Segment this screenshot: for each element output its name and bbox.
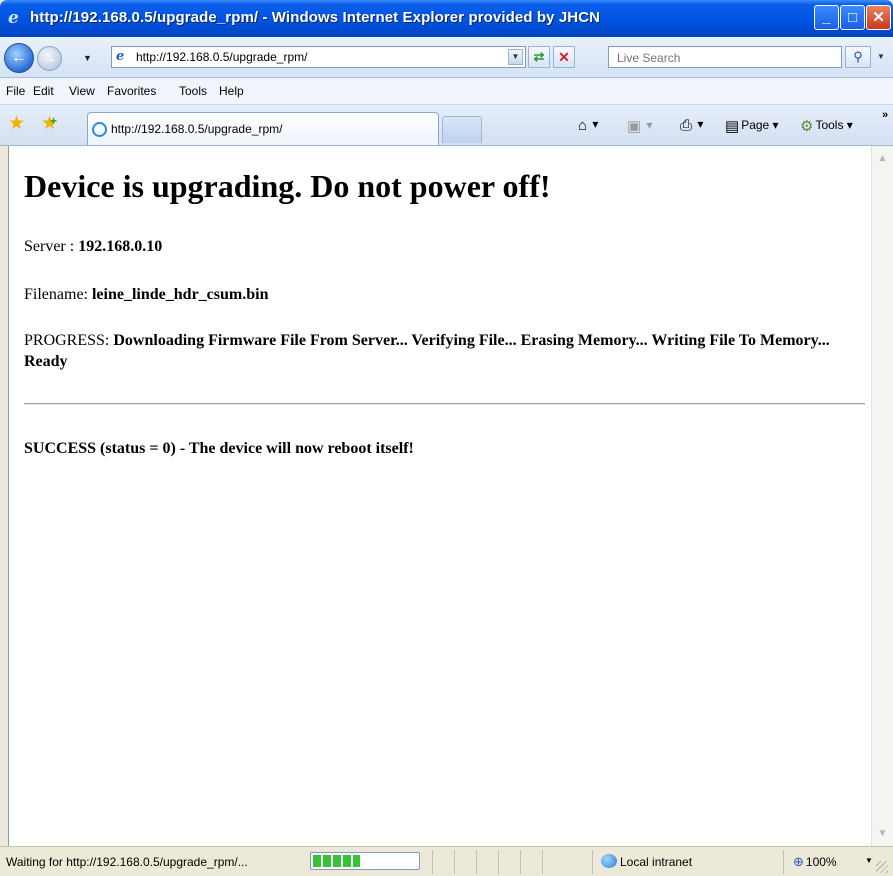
page-title: Device is upgrading. Do not power off!: [24, 168, 551, 204]
intranet-globe-icon: [601, 854, 617, 868]
filename-line: Filename: leine_linde_hdr_csum.bin: [24, 284, 268, 305]
search-options-dropdown-icon[interactable]: ▼: [873, 46, 889, 68]
address-dropdown-icon[interactable]: ▼: [508, 49, 523, 65]
result-message: SUCCESS (status = 0) - The device will n…: [24, 440, 414, 457]
menu-help[interactable]: Help: [219, 84, 244, 98]
refresh-button[interactable]: ⇄: [528, 46, 550, 68]
server-label: Server :: [24, 238, 79, 255]
navigation-bar: ← → ▼ e http://192.168.0.5/upgrade_rpm/ …: [0, 37, 893, 78]
add-favorites-icon[interactable]: ★ +: [41, 114, 58, 134]
progress-label: PROGRESS:: [24, 332, 114, 349]
status-bar: Waiting for http://192.168.0.5/upgrade_r…: [0, 846, 893, 876]
zoom-dropdown-icon[interactable]: ▼: [865, 856, 873, 865]
forward-button[interactable]: →: [37, 46, 62, 71]
server-value: 192.168.0.10: [78, 238, 163, 255]
close-button[interactable]: ✕: [866, 5, 891, 30]
tab-upgrade-rpm[interactable]: http://192.168.0.5/upgrade_rpm/: [87, 112, 439, 145]
zone-label: Local intranet: [620, 855, 693, 869]
resize-grip[interactable]: [876, 861, 888, 873]
favorites-center-icon[interactable]: ★: [8, 114, 25, 134]
security-zone[interactable]: Local intranet: [601, 854, 692, 869]
feeds-button[interactable]: ▣ ▾: [627, 117, 653, 135]
page-menu-button[interactable]: ▤ Page ▾: [725, 117, 779, 135]
divider: [24, 403, 865, 405]
new-tab-button[interactable]: [442, 116, 482, 143]
home-button[interactable]: ⌂ ▾: [578, 117, 598, 134]
stop-icon: ✕: [558, 49, 570, 65]
print-button[interactable]: ⎙ ▾: [680, 117, 703, 134]
forward-arrow-icon: →: [42, 50, 57, 66]
refresh-icon: ⇄: [533, 49, 545, 64]
tab-bar: ★ ★ + http://192.168.0.5/upgrade_rpm/ ⌂ ▾…: [0, 105, 893, 146]
vertical-scrollbar[interactable]: ▲ ▼: [871, 146, 893, 846]
ie-logo-icon: e: [8, 8, 19, 28]
result-line: SUCCESS (status = 0) - The device will n…: [24, 438, 414, 459]
maximize-button[interactable]: □: [840, 5, 865, 30]
zoom-icon: ⊕: [793, 854, 804, 869]
menu-file[interactable]: File: [6, 84, 25, 98]
tab-label: http://192.168.0.5/upgrade_rpm/: [111, 122, 283, 136]
browser-window: e http://192.168.0.5/upgrade_rpm/ - Wind…: [0, 0, 893, 876]
menu-bar: File Edit View Favorites Tools Help: [0, 78, 893, 105]
back-button[interactable]: ←: [4, 43, 34, 73]
maximize-icon: □: [847, 9, 858, 26]
back-arrow-icon: ←: [11, 49, 27, 66]
status-separator: [520, 850, 521, 874]
scroll-down-icon[interactable]: ▼: [874, 825, 891, 842]
filename-value: leine_linde_hdr_csum.bin: [91, 286, 269, 303]
search-input[interactable]: [615, 48, 819, 68]
search-box[interactable]: [608, 46, 842, 68]
more-commands-chevron-icon[interactable]: »: [882, 109, 888, 121]
zoom-level: 100%: [805, 855, 837, 869]
status-separator: [498, 850, 499, 874]
feeds-icon: ▣: [627, 118, 642, 135]
loading-progress-bar: [310, 852, 420, 870]
page-icon: e: [116, 49, 125, 64]
search-icon: ⚲: [853, 49, 863, 64]
progress-value: Downloading Firmware File From Server...…: [24, 332, 830, 370]
status-separator: [542, 850, 543, 874]
scroll-up-icon[interactable]: ▲: [874, 150, 891, 167]
page-content: Device is upgrading. Do not power off! S…: [8, 146, 871, 846]
progress-fill: [313, 855, 360, 867]
status-separator: [783, 850, 784, 874]
minimize-button[interactable]: _: [814, 5, 839, 30]
page-menu-label: Page: [741, 118, 770, 132]
page-menu-icon: ▤: [725, 118, 740, 135]
menu-tools[interactable]: Tools: [179, 84, 207, 98]
close-icon: ✕: [872, 9, 885, 26]
status-separator: [476, 850, 477, 874]
loading-icon: [92, 122, 107, 137]
menu-favorites[interactable]: Favorites: [107, 84, 156, 98]
gear-icon: ⚙: [800, 118, 814, 135]
minimize-icon: _: [822, 9, 831, 26]
menu-view[interactable]: View: [69, 84, 95, 98]
address-bar[interactable]: e http://192.168.0.5/upgrade_rpm/ ▼: [111, 46, 526, 68]
status-text: Waiting for http://192.168.0.5/upgrade_r…: [6, 855, 248, 869]
window-title: http://192.168.0.5/upgrade_rpm/ - Window…: [30, 9, 601, 26]
filename-label: Filename:: [24, 286, 92, 303]
recent-pages-dropdown-icon[interactable]: ▼: [83, 53, 92, 63]
search-button[interactable]: ⚲: [845, 46, 871, 68]
status-separator: [432, 850, 433, 874]
status-separator: [454, 850, 455, 874]
home-icon: ⌂: [578, 117, 588, 134]
server-line: Server : 192.168.0.10: [24, 236, 162, 257]
title-bar[interactable]: e http://192.168.0.5/upgrade_rpm/ - Wind…: [0, 0, 893, 37]
status-separator: [592, 850, 593, 874]
tools-menu-label: Tools: [815, 118, 844, 132]
progress-line: PROGRESS: Downloading Firmware File From…: [24, 330, 859, 372]
tools-menu-button[interactable]: ⚙ Tools ▾: [800, 117, 853, 135]
zoom-control[interactable]: ⊕ 100%: [793, 854, 837, 870]
address-url[interactable]: http://192.168.0.5/upgrade_rpm/: [136, 50, 307, 64]
menu-edit[interactable]: Edit: [33, 84, 54, 98]
print-icon: ⎙: [680, 117, 693, 134]
stop-button[interactable]: ✕: [553, 46, 575, 68]
